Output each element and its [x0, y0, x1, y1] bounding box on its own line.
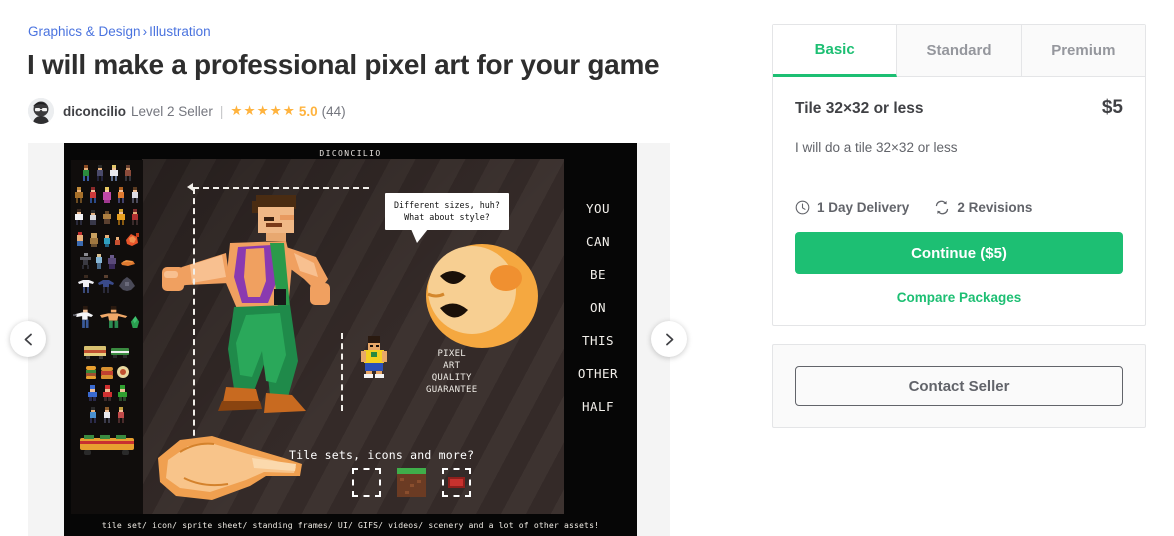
- package-card: Basic Standard Premium Tile 32×32 or les…: [772, 24, 1146, 327]
- speech-bubble: Different sizes, huh? What about style?: [385, 193, 509, 244]
- measure-guide-horizontal: [193, 187, 369, 189]
- small-character-sprite: [361, 336, 387, 378]
- vertical-caption: YOU CAN BE ON THIS OTHER HALF: [565, 201, 631, 434]
- sprite-row: [73, 342, 141, 360]
- package-tabs: Basic Standard Premium: [773, 25, 1145, 77]
- star-icon: ★: [269, 103, 282, 119]
- breadcrumb-separator: ›: [142, 24, 148, 39]
- star-icon: ★: [230, 103, 243, 119]
- caption-line: BE: [589, 267, 607, 282]
- item-icon: [448, 477, 465, 488]
- watermark-text: DICONCILIO: [319, 149, 382, 158]
- seller-level-badge: Level 2 Seller: [131, 103, 213, 119]
- package-description: I will do a tile 32×32 or less: [795, 140, 958, 155]
- gig-page: Graphics & Design › Illustration I will ma…: [0, 0, 1174, 536]
- breadcrumb: Graphics & Design › Illustration: [28, 24, 211, 39]
- sprite-row: [73, 164, 141, 182]
- measure-guide-vertical-small: [341, 333, 343, 411]
- sprite-sheet-strip: [71, 160, 143, 536]
- revisions-count: 2 Revisions: [957, 200, 1033, 216]
- caption-line: HALF: [581, 399, 615, 414]
- star-icon: ★: [256, 103, 269, 119]
- caption-line: THIS: [581, 333, 615, 348]
- tile-preview-empty: [352, 468, 381, 497]
- package-name: Tile 32×32 or less: [795, 100, 924, 117]
- chevron-left-icon: [24, 333, 32, 345]
- hero-character-sprite: [162, 195, 330, 413]
- seller-username[interactable]: diconcilio: [63, 104, 126, 119]
- delivery-time: 1 Day Delivery: [817, 200, 910, 216]
- tab-premium[interactable]: Premium: [1021, 25, 1145, 77]
- sprite-row: [73, 230, 141, 248]
- sprite-row: [73, 274, 141, 294]
- package-header: Tile 32×32 or less $5: [795, 97, 1123, 119]
- gig-cover-image[interactable]: DICONCILIO Different sizes, huh? What ab…: [64, 143, 637, 536]
- tile-preview-item: [442, 468, 471, 497]
- sprite-row: [73, 432, 141, 456]
- package-meta-row: 1 Day Delivery 2 Revisions: [795, 200, 1123, 215]
- chevron-right-icon: [665, 333, 673, 345]
- package-price: $5: [1101, 97, 1123, 118]
- sprite-row: [73, 406, 141, 424]
- page-title: I will make a professional pixel art for…: [27, 49, 660, 80]
- quality-guarantee-text: PIXEL ART QUALITY GUARANTEE: [426, 349, 478, 396]
- gallery-bottom-caption: tile set/ icon/ sprite sheet/ standing f…: [64, 514, 637, 536]
- seller-info-row: diconcilio Level 2 Seller | ★ ★ ★ ★ ★ 5.…: [28, 98, 346, 124]
- avatar[interactable]: [28, 98, 54, 124]
- compare-packages-link[interactable]: Compare Packages: [795, 290, 1123, 305]
- package-body: Tile 32×32 or less $5 I will do a tile 3…: [773, 77, 1145, 325]
- caption-line: YOU: [585, 201, 611, 216]
- sprite-row: [73, 364, 141, 380]
- tile-preview-row: [352, 468, 471, 497]
- sprite-row: [73, 186, 141, 204]
- gig-gallery: DICONCILIO Different sizes, huh? What ab…: [28, 143, 670, 536]
- divider: |: [219, 103, 224, 119]
- breadcrumb-category[interactable]: Graphics & Design: [28, 24, 141, 39]
- revisions-icon: [934, 200, 950, 215]
- gallery-next-button[interactable]: [651, 321, 687, 357]
- sprite-row: [73, 384, 141, 402]
- bottom-caption-text: tile set/ icon/ sprite sheet/ standing f…: [101, 520, 600, 530]
- pointing-hand-sprite: [158, 436, 302, 500]
- caption-line: OTHER: [577, 366, 619, 381]
- gallery-prev-button[interactable]: [10, 321, 46, 357]
- breadcrumb-subcategory[interactable]: Illustration: [149, 24, 211, 39]
- tile-preview-grass: [397, 468, 426, 497]
- sprite-row: [73, 304, 141, 330]
- tab-basic[interactable]: Basic: [773, 25, 898, 77]
- sprite-row: [73, 252, 141, 270]
- caption-line: CAN: [585, 234, 611, 249]
- contact-seller-card: Contact Seller: [772, 344, 1146, 429]
- sprite-row: [73, 208, 141, 226]
- tab-standard[interactable]: Standard: [897, 25, 1022, 77]
- egg-character-sprite: [426, 244, 538, 348]
- rating-stars: ★ ★ ★ ★ ★: [230, 104, 295, 118]
- caption-line: ON: [589, 300, 607, 315]
- continue-button[interactable]: Continue ($5): [795, 232, 1123, 275]
- star-icon: ★: [243, 103, 256, 119]
- review-count: (44): [321, 103, 346, 119]
- gig-main-column: Graphics & Design › Illustration I will ma…: [0, 0, 740, 536]
- order-sidebar: Basic Standard Premium Tile 32×32 or les…: [772, 24, 1146, 429]
- rating-value: 5.0: [298, 103, 318, 119]
- tile-sets-prompt: Tile sets, icons and more?: [289, 448, 475, 462]
- star-icon: ★: [282, 103, 295, 119]
- contact-seller-button[interactable]: Contact Seller: [795, 366, 1123, 407]
- clock-icon: [795, 200, 810, 215]
